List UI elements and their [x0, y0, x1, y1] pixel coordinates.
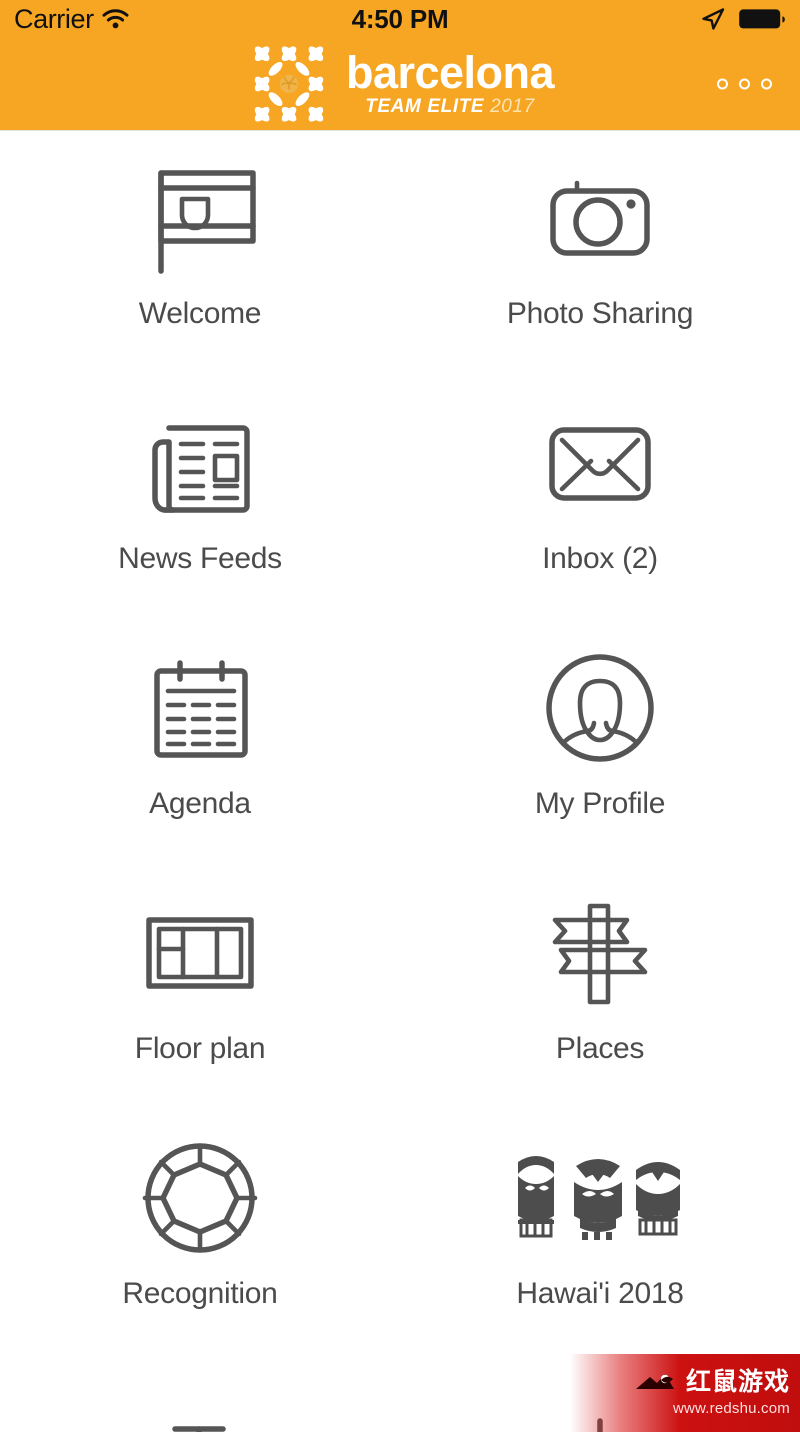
- menu-item-label: Photo Sharing: [506, 297, 694, 330]
- watermark: 红鼠游戏 www.redshu.com: [570, 1354, 800, 1432]
- app-subtitle: TEAM ELITE 2017: [365, 96, 535, 118]
- brand-text: barcelona TEAM ELITE 2017: [345, 46, 555, 119]
- status-bar-right: [700, 7, 786, 31]
- menu-item-label: My Profile: [534, 787, 666, 820]
- menu-item-label: Places: [555, 1032, 645, 1065]
- menu-item-floor-plan[interactable]: Floor plan: [0, 866, 400, 1111]
- more-options-button[interactable]: [717, 78, 772, 90]
- barcelona-lattice-logo-icon: [246, 42, 332, 126]
- menu-dot-icon: [717, 78, 728, 90]
- partial-icon: [0, 1378, 400, 1432]
- menu-item-welcome[interactable]: Welcome: [0, 131, 400, 376]
- menu-item-agenda[interactable]: Agenda: [0, 621, 400, 866]
- menu-dot-icon: [739, 78, 750, 90]
- clock-time: 4:50 PM: [351, 3, 449, 34]
- menu-item-label: Floor plan: [134, 1032, 266, 1065]
- menu-item-label: Hawai'i 2018: [516, 1277, 684, 1310]
- gem-medal-icon: [0, 1133, 400, 1263]
- newspaper-icon: [0, 398, 400, 528]
- calendar-icon: [0, 643, 400, 773]
- menu-item-partial-left[interactable]: [0, 1356, 400, 1432]
- envelope-icon: [400, 398, 800, 528]
- watermark-brand: 红鼠游戏: [685, 1367, 790, 1396]
- menu-item-photo-sharing[interactable]: Photo Sharing: [400, 131, 800, 376]
- status-bar-left: Carrier: [14, 4, 129, 35]
- menu-item-label: Recognition: [122, 1277, 278, 1310]
- menu-item-label: News Feeds: [118, 542, 282, 575]
- app-header: barcelona TEAM ELITE 2017: [0, 38, 800, 130]
- main-menu-grid: Welcome Photo Sharing News Feeds Inbox (…: [0, 131, 800, 1432]
- location-arrow-icon: [700, 7, 726, 31]
- menu-item-news-feeds[interactable]: News Feeds: [0, 376, 400, 621]
- battery-full-icon: [738, 7, 786, 31]
- menu-item-inbox[interactable]: Inbox (2): [400, 376, 800, 621]
- wifi-icon: [102, 9, 129, 29]
- menu-item-my-profile[interactable]: My Profile: [400, 621, 800, 866]
- brand-block: barcelona TEAM ELITE 2017: [246, 42, 555, 126]
- status-bar: Carrier 4:50 PM: [0, 0, 800, 38]
- app-subtitle-year: 2017: [490, 96, 535, 118]
- flag-icon: [0, 153, 400, 283]
- app-title: barcelona: [345, 46, 555, 98]
- app-screen: Carrier 4:50 PM barcelona TEAM ELITE 201…: [0, 0, 800, 1432]
- menu-item-recognition[interactable]: Recognition: [0, 1111, 400, 1356]
- menu-item-label: Inbox (2): [542, 542, 658, 575]
- watermark-logo-icon: [634, 1370, 680, 1394]
- menu-item-label: Agenda: [149, 787, 251, 820]
- signpost-icon: [400, 888, 800, 1018]
- menu-item-hawaii-2018[interactable]: Hawai'i 2018: [400, 1111, 800, 1356]
- menu-dot-icon: [761, 78, 772, 90]
- tiki-masks-icon: [400, 1133, 800, 1263]
- menu-item-label: Welcome: [138, 297, 262, 330]
- watermark-url: www.redshu.com: [672, 1399, 790, 1417]
- user-avatar-icon: [400, 643, 800, 773]
- camera-icon: [400, 153, 800, 283]
- floor-plan-icon: [0, 888, 400, 1018]
- carrier-label: Carrier: [14, 3, 94, 34]
- watermark-brand-row: 红鼠游戏: [634, 1367, 790, 1396]
- app-subtitle-elite: TEAM ELITE: [365, 96, 485, 118]
- menu-item-places[interactable]: Places: [400, 866, 800, 1111]
